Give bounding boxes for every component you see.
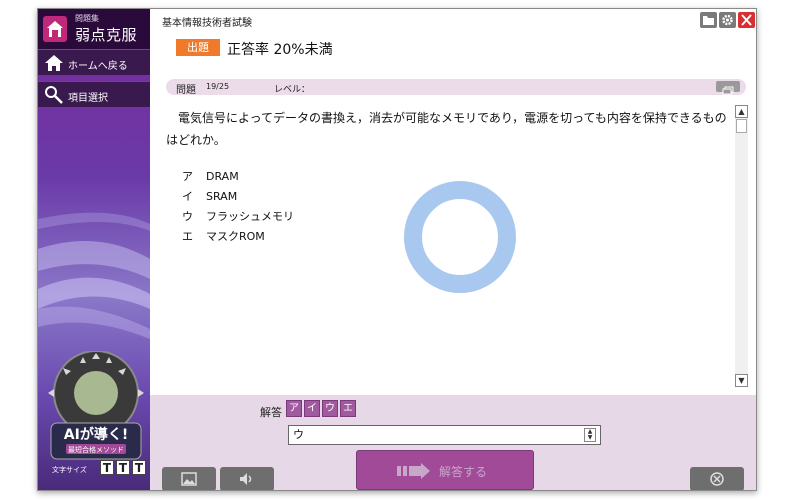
choice-text: DRAM [206, 170, 239, 183]
nav-select-label: 項目選択 [68, 93, 108, 104]
app-window: 問題集 弱点克服 ホームへ戻る 項目選択 AIが導く! 最短合格メソッド 文字サ… [37, 8, 757, 491]
question-text: 電気信号によってデータの書換え，消去が可能なメモリであり，電源を切っても内容を保… [166, 111, 727, 147]
close-icon [741, 14, 752, 26]
ai-title: AIが導く! [64, 426, 128, 443]
logo-title: 弱点克服 [75, 26, 138, 44]
choice-item: ア DRAM [182, 167, 294, 187]
choice-text: SRAM [206, 190, 238, 203]
logo-box: 問題集 弱点克服 [38, 9, 150, 49]
title-bar: 基本情報技術者試験 [150, 9, 756, 29]
window-restore-icon [722, 86, 734, 95]
font-size-medium-button[interactable]: T [116, 460, 130, 475]
pointer-icon [44, 85, 64, 109]
level-label: レベル： [274, 85, 311, 95]
answer-button-i[interactable]: イ [304, 400, 320, 417]
window-restore-button[interactable] [716, 81, 740, 95]
answer-button-e[interactable]: エ [340, 400, 356, 417]
nav-home-button[interactable]: ホームへ戻る [38, 49, 150, 75]
dismiss-button[interactable] [690, 467, 744, 490]
choice-text: フラッシュメモリ [206, 210, 294, 223]
answer-input[interactable]: ウ ▲ ▼ [288, 425, 601, 445]
answer-spinner[interactable]: ▲ ▼ [584, 428, 596, 442]
navigation-pad[interactable]: AIが導く! 最短合格メソッド [46, 351, 146, 461]
choice-list: ア DRAM イ SRAM ウフラッシュメモリ エマスクROM [182, 167, 294, 247]
font-size-label: 文字サイズ [52, 466, 87, 474]
gear-icon [722, 14, 733, 26]
logo-subtitle: 問題集 [75, 14, 99, 23]
question-number: 19/25 [206, 82, 230, 91]
font-size-small-button[interactable]: T [100, 460, 114, 475]
question-header: 問題 19/25 レベル： [166, 79, 746, 96]
folder-button[interactable] [700, 12, 717, 28]
image-icon [181, 472, 197, 486]
close-circle-icon [710, 472, 724, 486]
answer-button-a[interactable]: ア [286, 400, 302, 417]
answer-value: ウ [293, 428, 304, 441]
ai-subtitle: 最短合格メソッド [68, 445, 124, 454]
scroll-down-button[interactable]: ▼ [735, 374, 748, 387]
choice-item: ウフラッシュメモリ [182, 207, 294, 227]
sound-button[interactable] [220, 467, 274, 490]
image-button[interactable] [162, 467, 216, 490]
submit-answer-label: 解答する [439, 465, 488, 479]
nav-home-label: ホームへ戻る [68, 61, 128, 72]
loading-ring-icon [404, 181, 516, 293]
choice-item: エマスクROM [182, 227, 294, 247]
choice-key: ウ [182, 210, 193, 223]
choice-key: ア [182, 170, 193, 183]
choice-key: イ [182, 190, 193, 203]
main-panel: 基本情報技術者試験 出題 正答率 20%未満 問題 19/25 レベル： 電気信… [150, 9, 756, 490]
answer-button-u[interactable]: ウ [322, 400, 338, 417]
choice-item: イ SRAM [182, 187, 294, 207]
choice-key: エ [182, 230, 193, 243]
category-text: 正答率 20%未満 [227, 42, 333, 58]
close-button[interactable] [738, 12, 755, 28]
scroll-thumb[interactable] [736, 119, 747, 133]
scroll-up-button[interactable]: ▲ [735, 105, 748, 118]
app-title: 基本情報技術者試験 [162, 18, 252, 29]
sidebar: 問題集 弱点克服 ホームへ戻る 項目選択 AIが導く! 最短合格メソッド 文字サ… [38, 9, 150, 490]
answer-label: 解答 [260, 406, 282, 419]
category-badge: 出題 [176, 39, 220, 56]
question-body: 電気信号によってデータの書換え，消去が可能なメモリであり，電源を切っても内容を保… [166, 107, 732, 151]
speaker-icon [240, 473, 252, 485]
vertical-scrollbar[interactable]: ▲ ▼ [735, 105, 748, 387]
arrow-right-icon [397, 463, 430, 479]
house-icon [44, 53, 64, 77]
submit-answer-button[interactable]: 解答する [356, 450, 534, 490]
nav-select-button[interactable]: 項目選択 [38, 81, 150, 107]
question-label: 問題 [176, 85, 196, 96]
settings-button[interactable] [719, 12, 736, 28]
folder-icon [703, 16, 714, 25]
font-size-large-button[interactable]: T [132, 460, 146, 475]
choice-text: マスクROM [206, 230, 265, 243]
home-book-icon [43, 16, 67, 42]
